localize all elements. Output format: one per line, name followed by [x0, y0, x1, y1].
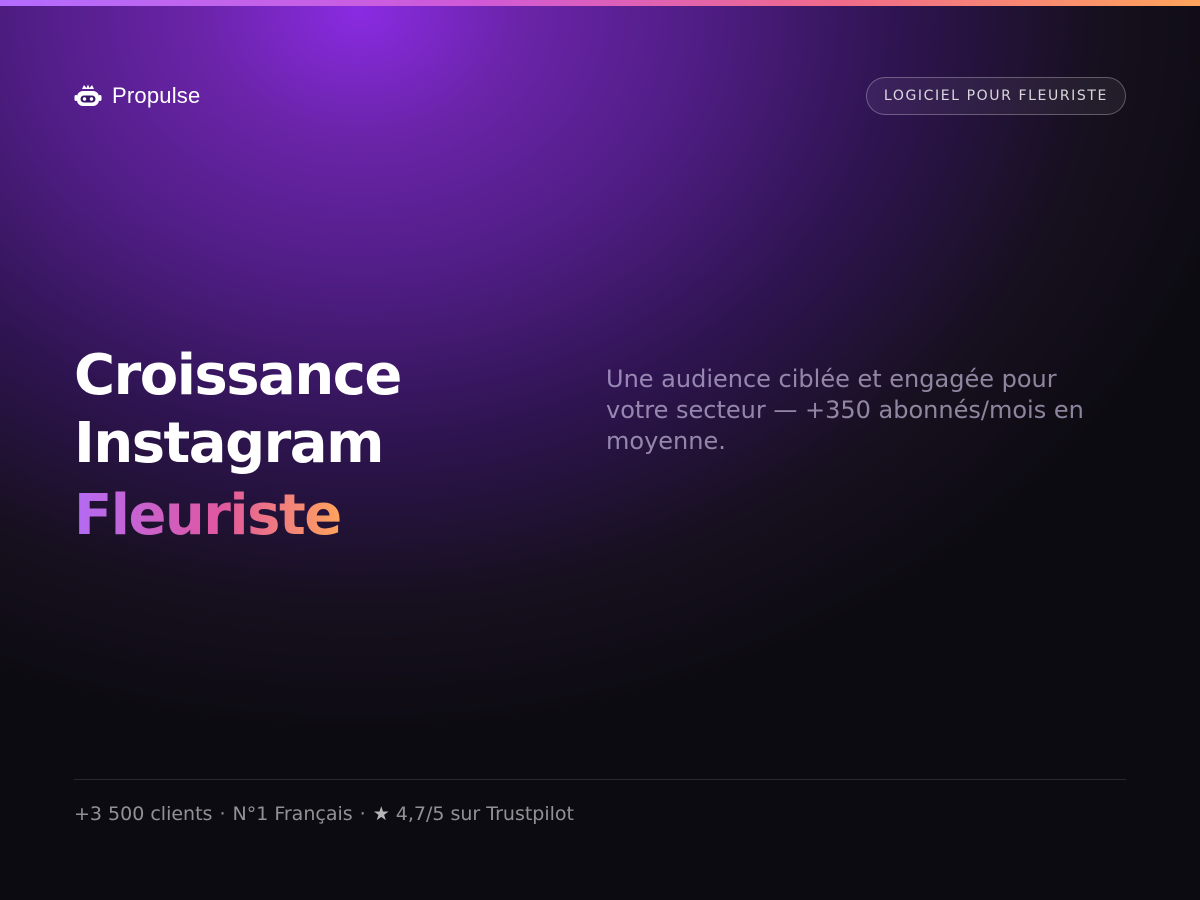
clients-count: +3 500 clients — [74, 803, 213, 825]
top-gradient-bar — [0, 0, 1200, 6]
hero-title: Croissance Instagram Fleuriste — [74, 342, 554, 550]
brand-logo[interactable]: Propulse — [74, 83, 200, 109]
robot-crown-icon — [74, 84, 102, 106]
hero-title-line-1: Croissance — [74, 343, 402, 408]
rank-text: N°1 Français — [232, 803, 353, 825]
hero-title-line-2: Instagram — [74, 411, 384, 476]
category-badge: LOGICIEL POUR FLEURISTE — [865, 77, 1126, 115]
social-proof: +3 500 clients · N°1 Français · ★ 4,7/5 … — [74, 802, 574, 826]
footer-divider — [74, 779, 1126, 780]
header: Propulse LOGICIEL POUR FLEURISTE — [74, 77, 1126, 115]
separator: · — [359, 803, 366, 825]
hero-subtitle: Une audience ciblée et engagée pour votr… — [606, 365, 1084, 455]
separator: · — [219, 803, 226, 825]
hero-title-accent: Fleuriste — [74, 483, 342, 548]
trustpilot-rating[interactable]: 4,7/5 sur Trustpilot — [396, 803, 574, 825]
brand-name: Propulse — [112, 83, 201, 108]
star-icon: ★ — [372, 803, 390, 825]
